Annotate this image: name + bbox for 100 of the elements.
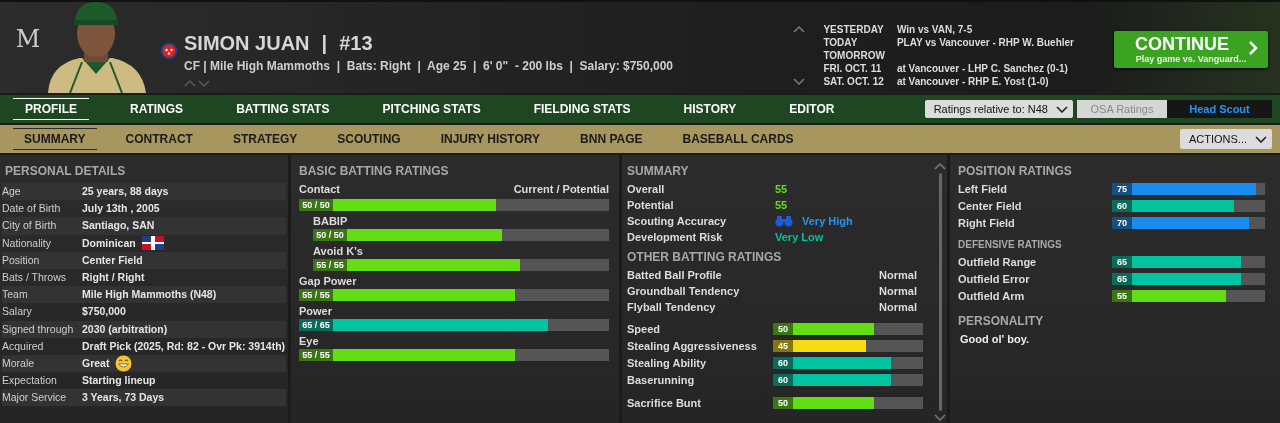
field-label: Batted Ball Profile <box>627 269 722 281</box>
tab[interactable]: PITCHING STATS <box>370 98 493 120</box>
previous-player-icon[interactable] <box>184 80 196 87</box>
rating-value: 50 <box>773 323 793 335</box>
sub-tab[interactable]: STRATEGY <box>221 128 309 150</box>
rating-label: Speed <box>627 323 661 335</box>
tab[interactable]: EDITOR <box>777 98 847 120</box>
team-logo: M <box>14 24 42 54</box>
rating-label: BABIP <box>313 215 349 227</box>
panel-title: PERSONALITY <box>958 314 1045 328</box>
rating-value: 55 / 55 <box>313 259 347 271</box>
summary-value: Very High <box>802 215 853 227</box>
field-label: Development Risk <box>627 231 724 243</box>
sub-tab[interactable]: BASEBALL CARDS <box>671 128 805 150</box>
rating-label: Left Field <box>958 183 1008 195</box>
tab[interactable]: BATTING STATS <box>224 98 342 120</box>
continue-button[interactable]: CONTINUE Play game vs. Vanguard... <box>1114 31 1268 68</box>
rating-value: 65 <box>1112 273 1132 285</box>
tab[interactable]: PROFILE <box>13 98 89 120</box>
field-label: Position <box>2 252 40 268</box>
sub-tab[interactable]: CONTRACT <box>114 128 204 150</box>
scroll-down-icon[interactable] <box>793 78 806 85</box>
ratings-source-toggle[interactable]: Head Scout <box>1167 100 1272 118</box>
summary-value: 55 <box>775 183 788 195</box>
field-label: Salary <box>2 304 32 320</box>
rating-label: Right Field <box>958 217 1016 229</box>
field-value: Dominican <box>82 235 136 251</box>
tab[interactable]: RATINGS <box>118 98 196 120</box>
rating-label: Stealing Aggressiveness <box>627 340 758 352</box>
schedule-day: TODAY <box>823 36 885 49</box>
field-label: Age <box>2 184 21 199</box>
tab[interactable]: HISTORY <box>671 98 749 120</box>
rating-label: Avoid K's <box>313 245 364 257</box>
field-label: Potential <box>627 199 675 211</box>
field-value: Mile High Mammoths (N48) <box>82 287 217 303</box>
scroll-down-icon[interactable] <box>934 414 946 421</box>
field-value: Normal <box>879 301 917 313</box>
rating-value: 45 <box>773 340 793 352</box>
tab[interactable]: FIELDING STATS <box>521 98 643 120</box>
field-value: 25 years, 88 days <box>82 184 169 199</box>
binoculars-icon <box>775 215 793 227</box>
panel-title: BASIC BATTING RATINGS <box>299 164 450 178</box>
rating-label: Gap Power <box>299 275 358 287</box>
next-player-icon[interactable] <box>198 80 210 87</box>
field-label: Nationality <box>2 235 52 251</box>
rating-value: 60 <box>773 374 793 386</box>
caret-icon[interactable] <box>1255 135 1267 143</box>
flag-icon <box>141 236 164 251</box>
field-label: Date of Birth <box>2 201 61 217</box>
field-value: $750,000 <box>82 304 126 320</box>
rating-value: 65 <box>1112 256 1132 268</box>
field-label: Team <box>2 287 28 303</box>
sub-tab[interactable]: SUMMARY <box>13 128 97 150</box>
field-label: Acquired <box>2 338 44 354</box>
field-value: 2030 (arbitration) <box>82 321 168 337</box>
field-label: Signed through <box>2 321 74 337</box>
scroll-up-icon[interactable] <box>934 163 946 170</box>
personality-text: Good ol' boy. <box>960 333 1030 345</box>
sub-tab[interactable]: INJURY HISTORY <box>429 128 552 150</box>
field-value: Santiago, SAN <box>82 218 155 234</box>
sub-tab[interactable]: SCOUTING <box>326 128 412 150</box>
grinning-face-icon <box>115 354 133 372</box>
player-details: CF | Mile High Mammoths | Bats: Right | Age 25 | 6' 0" - 200 lbs | Salary: $750,000 <box>184 59 674 73</box>
rating-label: Outfield Range <box>958 256 1038 268</box>
rating-label: Baserunning <box>627 374 696 386</box>
schedule-day: SAT. OCT. 12 <box>823 75 885 88</box>
field-label: Morale <box>2 355 35 371</box>
ratings-relative-dropdown[interactable]: Ratings relative to: N48 <box>924 100 1073 118</box>
schedule-game: PLAY vs Vancouver - RHP W. Buehler <box>896 36 1074 49</box>
chevron-right-icon <box>1248 40 1258 56</box>
rating-value: 60 <box>1112 200 1132 212</box>
section-title: DEFENSIVE RATINGS <box>958 239 1063 250</box>
player-name: SIMON JUAN <box>184 32 310 55</box>
rating-value: 55 / 55 <box>299 349 333 361</box>
schedule-game: at Vancouver - RHP E. Yost (1-0) <box>896 75 1050 88</box>
field-label: Expectation <box>2 373 57 389</box>
rating-value: 55 / 55 <box>299 289 333 301</box>
caret-icon[interactable] <box>1056 105 1068 113</box>
field-value: Great <box>82 355 110 371</box>
summary-value: Very Low <box>775 231 824 243</box>
rating-label: Outfield Arm <box>958 290 1026 302</box>
sub-tab[interactable]: BNN PAGE <box>569 128 654 150</box>
rating-value: 55 <box>1112 290 1132 302</box>
scrollbar[interactable] <box>935 163 945 421</box>
field-value: Right / Right <box>82 269 145 285</box>
field-label: Major Service <box>2 390 67 406</box>
scroll-up-icon[interactable] <box>793 26 806 33</box>
field-label: Groundball Tendency <box>627 285 740 297</box>
summary-value: 55 <box>775 199 788 211</box>
field-label: Scouting Accuracy <box>627 215 728 227</box>
rating-value: 50 / 50 <box>299 199 333 211</box>
rating-label: Outfield Error <box>958 273 1031 285</box>
actions-dropdown[interactable]: ACTIONS... <box>1179 129 1272 149</box>
panel-title: OTHER BATTING RATINGS <box>627 250 783 264</box>
field-value: 3 Years, 73 Days <box>82 390 165 406</box>
panel-title: SUMMARY <box>627 164 690 178</box>
field-label: City of Birth <box>2 218 57 234</box>
legend-label: Current / Potential <box>513 183 609 197</box>
rating-value: 50 / 50 <box>313 229 347 241</box>
field-value: Normal <box>879 285 917 297</box>
